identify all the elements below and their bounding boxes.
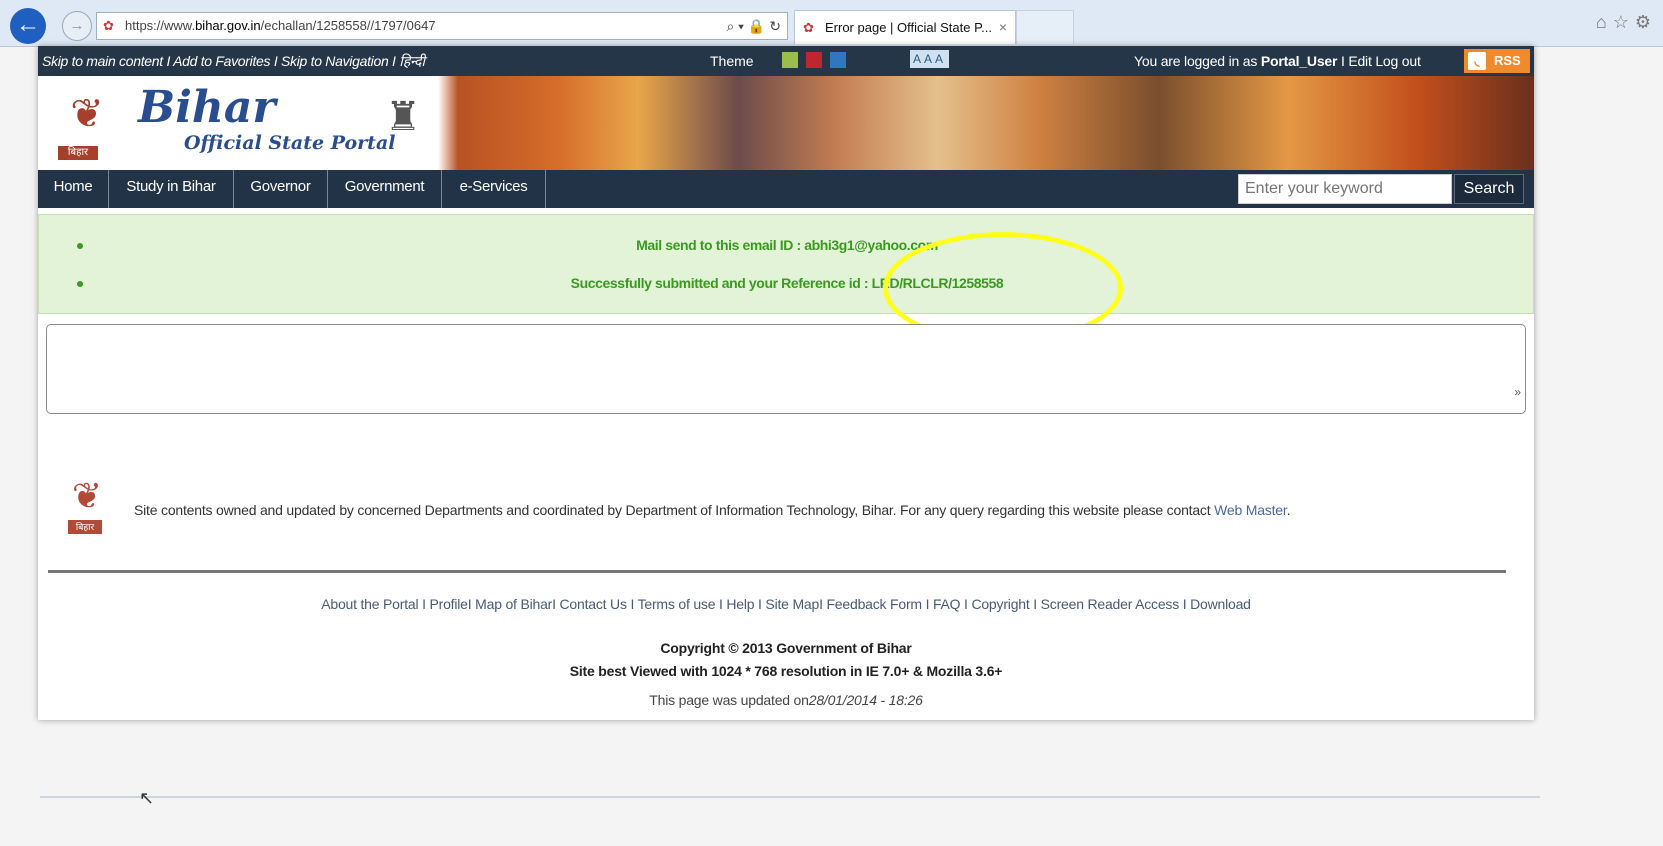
forward-arrow-icon[interactable]: → (62, 11, 92, 41)
top-utility-bar: Skip to main content I Add to Favorites … (38, 46, 1534, 76)
skip-links[interactable]: Skip to main content I Add to Favorites … (42, 46, 425, 76)
browser-toolbar: ← → ✿ https://www.bihar.gov.in/echallan/… (0, 0, 1663, 47)
footer-divider (48, 570, 1506, 573)
rss-icon: ◟ (1468, 52, 1486, 70)
back-arrow-icon[interactable]: ← (10, 8, 46, 44)
site-ownership-text: Site contents owned and updated by conce… (134, 502, 1291, 518)
site-subtitle: Official State Portal (184, 132, 396, 154)
tab-close-icon[interactable]: × (999, 11, 1007, 44)
tab-title: Error page | Official State P... (825, 20, 992, 35)
nav-study-in-bihar[interactable]: Study in Bihar (109, 170, 234, 208)
footer-links[interactable]: About the Portal I ProfileI Map of Bihar… (38, 596, 1534, 612)
success-message-box: Mail send to this email ID : abhi3g1@yah… (38, 214, 1534, 314)
nav-governor[interactable]: Governor (234, 170, 328, 208)
updated-date: 28/01/2014 - 18:26 (808, 692, 923, 708)
tab-favicon-icon: ✿ (803, 20, 814, 35)
national-emblem-icon: ♜ (385, 95, 421, 139)
horizontal-scrollbar[interactable] (40, 796, 1540, 798)
web-master-link[interactable]: Web Master (1214, 502, 1287, 518)
logged-user: Portal_User (1260, 53, 1338, 69)
search-button[interactable]: Search (1454, 174, 1524, 204)
mail-sent-message: Mail send to this email ID : abhi3g1@yah… (636, 237, 938, 253)
copyright-text: Copyright © 2013 Government of Bihar (660, 640, 912, 656)
footer-tree-logo-icon: ❦ बिहार (52, 470, 122, 538)
site-favicon-icon: ✿ (103, 18, 114, 33)
new-tab-button[interactable] (1016, 10, 1074, 44)
browser-tab[interactable]: ✿ Error page | Official State P... × (794, 10, 1016, 44)
theme-swatch-green[interactable] (782, 52, 798, 68)
font-size-controls[interactable]: AAA (910, 50, 950, 68)
star-icon[interactable]: ☆ (1613, 12, 1635, 32)
bihar-tree-logo-icon[interactable]: ❦ बिहार (48, 84, 126, 164)
nav-home[interactable]: Home (38, 170, 109, 208)
rss-button[interactable]: ◟ RSS (1464, 49, 1530, 73)
header-banner: ❦ बिहार Bihar Official State Portal ♜ (38, 76, 1534, 170)
content-panel: » (46, 324, 1526, 414)
nav-government[interactable]: Government (328, 170, 442, 208)
theme-swatch-blue[interactable] (830, 52, 846, 68)
mouse-cursor-icon: ↖ (139, 788, 155, 808)
url-text: https://www.bihar.gov.in/echallan/125855… (125, 18, 436, 33)
page-container: Skip to main content I Add to Favorites … (38, 46, 1534, 720)
theme-swatch-red[interactable] (806, 52, 822, 68)
address-bar[interactable]: ✿ https://www.bihar.gov.in/echallan/1258… (96, 12, 788, 40)
gear-icon[interactable]: ⚙ (1635, 12, 1657, 32)
best-viewed-text: Site best Viewed with 1024 * 768 resolut… (569, 663, 1003, 679)
search-input[interactable] (1238, 174, 1452, 204)
nav-e-services[interactable]: e-Services (442, 170, 546, 208)
login-status: You are logged in as Portal_User I Edit … (1134, 53, 1421, 69)
submitted-message: Successfully submitted and your Referenc… (570, 275, 1004, 291)
last-updated-text: This page was updated on28/01/2014 - 18:… (649, 692, 923, 708)
address-tools[interactable]: ⌕ ▾ 🔒 ↻ (726, 13, 781, 39)
site-title: Bihar (138, 82, 276, 133)
main-navigation: Home Study in Bihar Governor Government … (38, 170, 1534, 208)
theme-label: Theme (710, 53, 754, 69)
home-icon[interactable]: ⌂ (1596, 12, 1613, 32)
edit-logout-links[interactable]: I Edit Log out (1337, 53, 1421, 69)
panel-expand-icon[interactable]: » (1514, 385, 1521, 399)
browser-icons[interactable]: ⌂☆⚙ (1596, 12, 1657, 33)
